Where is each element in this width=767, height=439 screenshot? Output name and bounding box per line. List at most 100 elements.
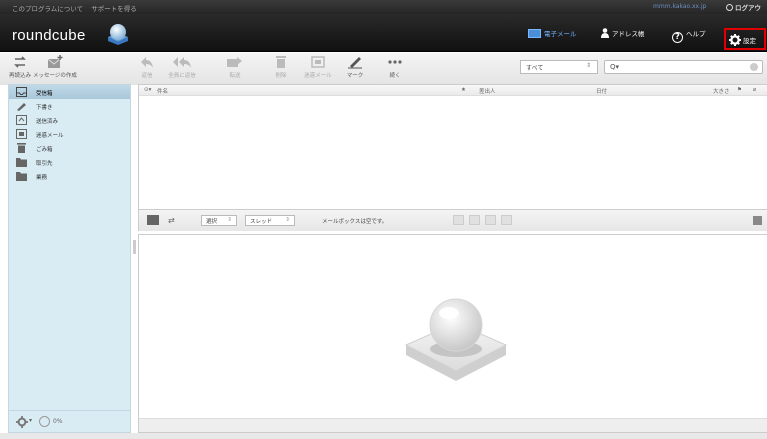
- col-subject[interactable]: 件名: [157, 87, 168, 95]
- folder-footer: ▾ 0%: [9, 410, 130, 432]
- gear-icon: [729, 34, 741, 46]
- delete-label: 削除: [275, 73, 287, 79]
- taskbar-settings[interactable]: 設定: [724, 28, 766, 50]
- col-date[interactable]: 日付: [596, 87, 607, 95]
- folder-options-gear-icon[interactable]: [16, 416, 28, 428]
- pencil-icon: [348, 57, 362, 69]
- more-label: 続く: [389, 73, 401, 79]
- folder-label: 迷惑メール: [36, 133, 64, 139]
- support-link[interactable]: サポートを得る: [91, 5, 137, 13]
- flag-icon: ⚑: [737, 87, 742, 93]
- folder-label: 業務: [36, 175, 48, 181]
- threads-dropdown[interactable]: スレッド ⇕: [245, 215, 295, 226]
- chevron-down-icon[interactable]: ▾: [29, 417, 32, 424]
- expand-icon[interactable]: [753, 216, 762, 225]
- help-icon: ?: [672, 32, 683, 43]
- next-page-button[interactable]: [485, 215, 496, 225]
- roundcube-logo-icon: [108, 24, 128, 45]
- taskbar-mail-label: 電子メール: [544, 30, 577, 38]
- junk-icon: [311, 56, 325, 68]
- inbox-icon: [16, 87, 27, 97]
- message-list-header: ⊙▾ 件名 ★ 差出人 日付 大きさ ⚑ ⌀: [139, 85, 767, 96]
- quota-text: 0%: [53, 418, 63, 425]
- quota-icon: [39, 416, 50, 427]
- select-arrows-icon: ⇕: [285, 217, 290, 223]
- taskbar-mail[interactable]: 電子メール: [528, 28, 577, 38]
- attachment-icon: ⌀: [753, 87, 757, 93]
- threads-label: スレッド: [250, 219, 273, 225]
- username: mmm.kakao.xx.jp: [653, 3, 707, 10]
- header: roundcube 電子メール アドレス帳 ? ヘルプ 設定: [0, 14, 767, 52]
- trash-icon: [276, 56, 286, 68]
- folder-junk[interactable]: 迷惑メール: [9, 127, 130, 141]
- delete-button[interactable]: 削除: [272, 55, 290, 79]
- junk-label: 迷惑メール: [304, 73, 332, 79]
- reply-button[interactable]: 返信: [136, 55, 158, 79]
- forward-button[interactable]: 転送: [222, 55, 248, 79]
- folder-label: ごみ箱: [36, 147, 53, 153]
- reply-label: 返信: [141, 73, 153, 79]
- list-options-icon[interactable]: ⊙▾: [144, 87, 151, 93]
- preview-bottom-bar: [139, 418, 767, 432]
- person-icon: [601, 28, 609, 38]
- prev-page-button[interactable]: [469, 215, 480, 225]
- list-options-icon[interactable]: [147, 215, 159, 225]
- roundcube-watermark-icon: [404, 298, 508, 381]
- refresh-button[interactable]: 再読込み: [8, 55, 32, 79]
- compose-icon: [47, 55, 63, 68]
- col-from[interactable]: 差出人: [479, 87, 496, 95]
- folder-drafts[interactable]: 下書き: [9, 99, 130, 113]
- search-input[interactable]: Q▾: [604, 60, 763, 74]
- first-page-button[interactable]: [453, 215, 464, 225]
- compose-label: メッセージの作成: [33, 73, 77, 79]
- top-links-bar: このプログラムについて サポートを得る mmm.kakao.xx.jp ログアウ…: [0, 0, 767, 22]
- bottom-strip: [0, 433, 767, 439]
- taskbar-help[interactable]: ? ヘルプ: [672, 28, 706, 43]
- last-page-button[interactable]: [501, 215, 512, 225]
- more-button[interactable]: 続く: [384, 55, 406, 79]
- mark-label: マーク: [346, 73, 364, 79]
- select-dropdown[interactable]: 選択 ⇕: [201, 215, 237, 226]
- folder-label: 下書き: [36, 105, 53, 111]
- search-filter-select[interactable]: すべて ⇕: [520, 60, 598, 74]
- mark-button[interactable]: マーク: [344, 55, 366, 79]
- folder-icon: [16, 172, 27, 181]
- taskbar-addressbook[interactable]: アドレス帳: [601, 28, 645, 38]
- mailbox-status: メールボックスは空です。: [322, 219, 388, 225]
- refresh-label: 再読込み: [8, 73, 31, 79]
- folder-list: 受信箱 下書き 送信済み 迷惑メール ごみ箱 取引先 業務 ▾ 0%: [8, 84, 131, 433]
- pencil-icon: [17, 103, 26, 111]
- more-icon: [388, 60, 402, 64]
- folder-inbox[interactable]: 受信箱: [9, 85, 130, 99]
- folder-icon: [16, 158, 27, 167]
- message-list-footer: ⇄ 選択 ⇕ スレッド ⇕ メールボックスは空です。: [139, 209, 767, 231]
- about-link[interactable]: このプログラムについて: [12, 5, 83, 13]
- folder-label: 送信済み: [36, 119, 59, 125]
- message-list: ⊙▾ 件名 ★ 差出人 日付 大きさ ⚑ ⌀ ⇄ 選択 ⇕ スレッド ⇕ メールボッ…: [138, 84, 767, 231]
- flag-star-icon: ★: [461, 87, 466, 93]
- folder-splitter[interactable]: [133, 240, 136, 254]
- junk-icon: [16, 129, 27, 139]
- refresh-icon: [14, 56, 26, 68]
- forward-label: 転送: [229, 73, 241, 79]
- select-arrows-icon: ⇕: [227, 217, 232, 223]
- folder-label: 取引先: [36, 161, 53, 167]
- folder-business[interactable]: 業務: [9, 169, 130, 183]
- select-arrows-icon: ⇕: [585, 62, 591, 69]
- folder-label: 受信箱: [36, 91, 53, 97]
- folder-clients[interactable]: 取引先: [9, 155, 130, 169]
- compose-button[interactable]: メッセージの作成: [30, 55, 80, 79]
- reply-all-label: 全員に返信: [168, 73, 196, 79]
- taskbar-settings-label: 設定: [743, 37, 756, 45]
- threads-icon[interactable]: ⇄: [168, 216, 175, 225]
- power-icon: [726, 4, 733, 11]
- col-size[interactable]: 大きさ: [713, 87, 730, 95]
- taskbar-help-label: ヘルプ: [686, 30, 706, 38]
- folder-trash[interactable]: ごみ箱: [9, 141, 130, 155]
- clear-search-icon[interactable]: [750, 63, 758, 71]
- search-icon: Q▾: [610, 63, 620, 71]
- search-filter-value: すべて: [526, 65, 544, 72]
- folder-sent[interactable]: 送信済み: [9, 113, 130, 127]
- junk-button[interactable]: 迷惑メール: [302, 55, 334, 79]
- reply-all-button[interactable]: 全員に返信: [166, 55, 198, 79]
